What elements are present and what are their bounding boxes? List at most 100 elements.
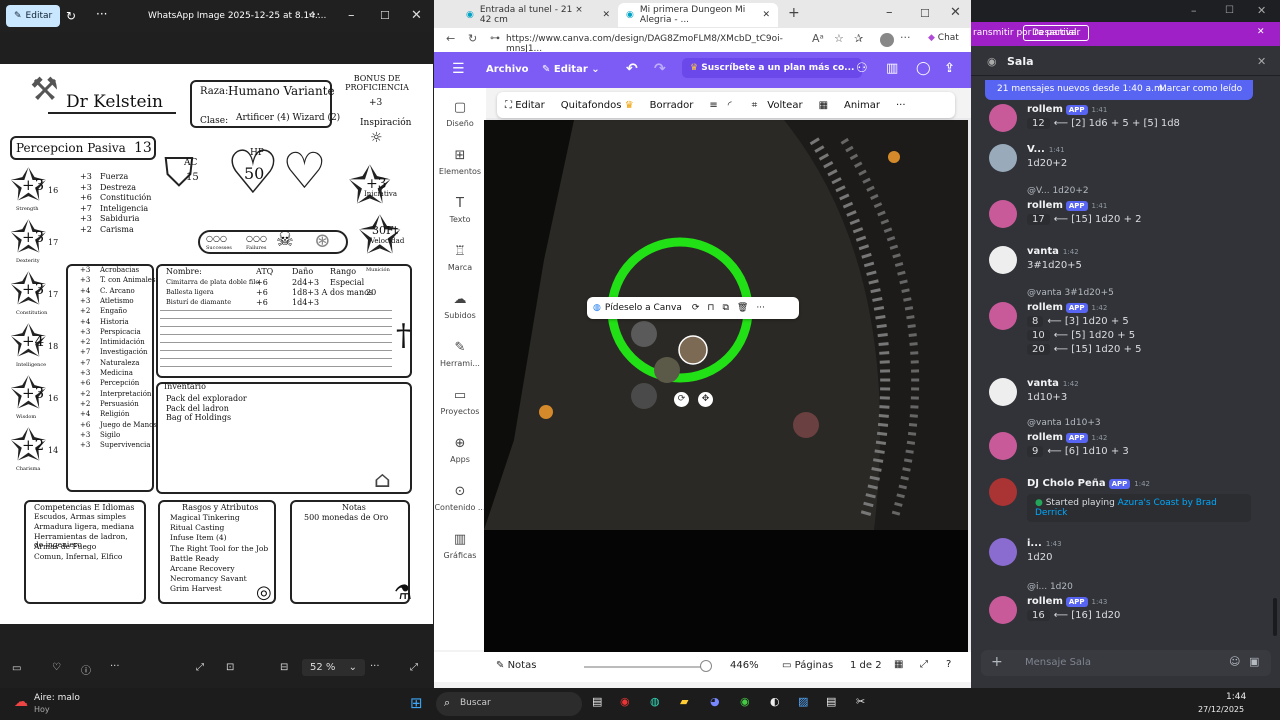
player-token[interactable] (631, 321, 657, 347)
undo-icon[interactable]: ↶ (626, 61, 638, 77)
message-input[interactable]: Mensaje Sala (1025, 657, 1091, 668)
file-explorer-icon[interactable]: ▰ (680, 695, 688, 708)
subscribe-button[interactable]: ♛ Suscríbete a un plan más co... (682, 58, 863, 78)
eraser-button[interactable]: Borrador (650, 100, 694, 111)
zoom-select[interactable]: 52 % ⌄ (302, 659, 365, 676)
rail-item-6[interactable]: ✎ Herrami... (434, 340, 486, 368)
read-aloud-icon[interactable]: Aᵃ (812, 32, 824, 45)
redo-icon[interactable]: ↷ (654, 61, 666, 77)
username[interactable]: rollem (1027, 432, 1063, 443)
close-notice-icon[interactable]: ✕ (1257, 27, 1265, 37)
close-tab-icon[interactable]: ✕ (762, 10, 770, 20)
insights-icon[interactable]: ▥ (886, 61, 898, 76)
info-icon[interactable]: ⓘ (81, 662, 91, 677)
player-token[interactable] (631, 383, 657, 409)
more-icon[interactable]: ··· (900, 31, 911, 44)
rail-item-1[interactable]: ▢ Diseño (434, 100, 486, 128)
mark-read-link[interactable]: Marcar como leído (1159, 84, 1242, 94)
chrome-icon[interactable]: ◉ (620, 695, 630, 708)
tab-dungeon[interactable]: ◉ Mi primera Dungeon Mi Alegria - ... ✕ (618, 3, 778, 27)
tab-entrada[interactable]: ◉ Entrada al tunel - 21 × 42 cm ✕ (458, 3, 618, 27)
more-icon[interactable]: ··· (896, 100, 906, 111)
move-handle-icon[interactable]: ✥ (698, 392, 713, 407)
search-box[interactable]: ⌕ Buscar (436, 692, 582, 716)
add-attachment-icon[interactable]: + (991, 654, 1003, 670)
username[interactable]: rollem (1027, 200, 1063, 211)
transparency-icon[interactable]: ▦ (819, 100, 828, 111)
username[interactable]: rollem (1027, 596, 1063, 607)
favorites-icon[interactable]: ✰ (854, 32, 863, 45)
rail-item-8[interactable]: ⊕ Apps (434, 436, 486, 464)
duplicate-icon[interactable]: ⧉ (722, 303, 728, 313)
deactivate-button[interactable]: Desactivar (1023, 25, 1090, 41)
avatar[interactable] (989, 302, 1017, 330)
ask-canva-button[interactable]: Pídeselo a Canva (605, 303, 682, 313)
avatar[interactable] (989, 432, 1017, 460)
filmstrip-icon[interactable]: ▭ (12, 663, 21, 674)
rail-item-5[interactable]: ☁ Subidos (434, 292, 486, 320)
scrollbar[interactable] (1273, 598, 1277, 636)
minimize-icon[interactable]: – (348, 8, 355, 23)
edit-image-button[interactable]: ⛶ Editar (505, 100, 545, 111)
selected-token[interactable] (678, 335, 708, 365)
actual-size-icon[interactable]: ⊡ (226, 662, 234, 673)
notepad-icon[interactable]: ▤ (826, 695, 836, 708)
grid-view-icon[interactable]: ▦ (894, 659, 903, 670)
expand-icon[interactable]: ⤢ (410, 662, 418, 673)
close-icon[interactable]: ✕ (411, 8, 422, 23)
back-icon[interactable]: ← (446, 32, 455, 45)
avatar[interactable] (989, 478, 1017, 506)
edit-menu[interactable]: ✎ Editar ⌄ (542, 64, 600, 75)
minimize-icon[interactable]: – (1191, 4, 1197, 17)
help-icon[interactable]: ? (946, 659, 951, 670)
rotate-icon[interactable]: ↻ (66, 9, 76, 23)
lock-icon[interactable]: ⊓ (707, 303, 714, 313)
avatar[interactable] (989, 144, 1017, 172)
username[interactable]: rollem (1027, 302, 1063, 313)
fullscreen-icon[interactable]: ⤢ (920, 659, 928, 670)
share-icon[interactable]: ⇪ (944, 61, 955, 76)
maximize-icon[interactable]: ☐ (380, 9, 390, 22)
maximize-icon[interactable]: ☐ (920, 7, 930, 20)
line-weight-icon[interactable]: ≡ (709, 100, 717, 111)
snipping-icon[interactable]: ✂ (856, 695, 865, 708)
zoom-slider-thumb[interactable] (700, 660, 712, 672)
more-icon[interactable]: ··· (96, 7, 107, 21)
username[interactable]: vanta (1027, 246, 1059, 257)
notes-button[interactable]: ✎ Notas (496, 660, 536, 671)
flip-button[interactable]: Voltear (767, 100, 802, 111)
fit-icon[interactable]: ⤢ (196, 662, 204, 673)
regenerate-icon[interactable]: ⟳ (692, 303, 700, 313)
clock-time[interactable]: 1:44 (1226, 692, 1246, 702)
close-icon[interactable]: ✕ (950, 5, 961, 20)
delete-icon[interactable]: 🗑 (737, 303, 748, 313)
pages-button[interactable]: ▭ Páginas (782, 660, 833, 671)
more-icon[interactable]: ··· (110, 661, 120, 672)
username[interactable]: i... (1027, 538, 1042, 549)
clock-date[interactable]: 27/12/2025 (1198, 705, 1244, 714)
avatar[interactable] (989, 104, 1017, 132)
more-icon[interactable]: ··· (756, 303, 765, 313)
site-info-icon[interactable]: ⊶ (490, 33, 500, 44)
edit-button[interactable]: ✎ Editar (6, 5, 61, 27)
animate-button[interactable]: Animar (844, 100, 880, 111)
crop-icon[interactable]: ⌗ (752, 100, 758, 111)
rail-item-10[interactable]: ▥ Gráficas (434, 532, 486, 560)
close-tab-icon[interactable]: ✕ (602, 10, 610, 20)
avatar[interactable] (989, 246, 1017, 274)
weather-text[interactable]: Aire: malo (34, 693, 80, 703)
rotate-handle-icon[interactable]: ⟳ (674, 392, 689, 407)
start-icon[interactable]: ⊞ (410, 694, 423, 712)
close-icon[interactable]: ✕ (1257, 4, 1266, 17)
copilot-chat-button[interactable]: ◆ Chat (928, 33, 959, 43)
rail-item-4[interactable]: ♖ Marca (434, 244, 486, 272)
username[interactable]: DJ Cholo Peña (1027, 478, 1106, 489)
rail-item-2[interactable]: ⊞ Elementos (434, 148, 486, 176)
favorite-icon[interactable]: ♡ (52, 662, 61, 673)
rail-item-3[interactable]: T Texto (434, 196, 486, 224)
profile-avatar[interactable] (880, 33, 894, 47)
file-menu[interactable]: Archivo (486, 64, 529, 75)
zoom-slider[interactable] (584, 666, 710, 668)
avatar[interactable] (989, 538, 1017, 566)
photos-icon[interactable]: ▨ (798, 695, 808, 708)
